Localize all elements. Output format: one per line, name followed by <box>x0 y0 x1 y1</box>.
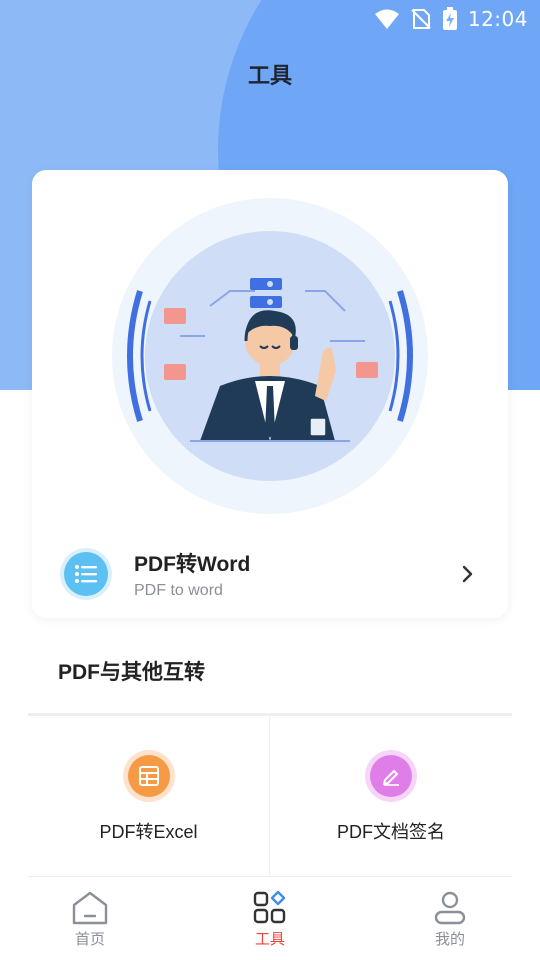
wifi-icon <box>374 9 399 29</box>
table-icon <box>138 766 159 786</box>
section-title: PDF与其他互转 <box>58 661 205 684</box>
hero-card[interactable]: PDF转Word PDF to word <box>32 170 508 618</box>
tool-label: PDF转Excel <box>99 822 198 842</box>
list-icon-badge <box>60 548 112 600</box>
battery-charging-icon <box>442 7 457 30</box>
tool-grid: PDF转Excel PDF文档签名 <box>28 716 512 876</box>
table-icon-badge <box>122 750 175 802</box>
tool-label: PDF文档签名 <box>337 822 445 842</box>
nav-tools[interactable]: 工具 <box>210 890 330 958</box>
feature-subtitle: PDF to word <box>134 582 223 599</box>
pen-icon-badge <box>365 750 417 802</box>
tools-grid-icon <box>253 890 286 924</box>
nav-label-mine: 我的 <box>434 931 465 948</box>
user-icon <box>434 891 466 925</box>
tool-pdf-sign[interactable]: PDF文档签名 <box>270 716 512 876</box>
page-title: 工具 <box>247 63 292 88</box>
nav-mine[interactable]: 我的 <box>390 890 510 958</box>
status-time: 12:04 <box>467 7 528 31</box>
status-bar: 12:04 <box>0 0 540 38</box>
nav-label-home: 首页 <box>74 931 105 948</box>
feature-title: PDF转Word <box>134 553 251 576</box>
grid-bottom-divider <box>28 876 512 877</box>
nav-label-tools: 工具 <box>254 931 285 948</box>
pdf-to-word-item[interactable]: PDF转Word PDF to word <box>32 540 508 612</box>
pen-icon <box>383 770 399 786</box>
no-sim-icon <box>411 9 431 29</box>
home-icon <box>72 891 108 925</box>
customer-service-illustration <box>112 198 428 514</box>
tool-pdf-to-excel[interactable]: PDF转Excel <box>28 716 270 876</box>
list-icon <box>75 565 97 583</box>
nav-home[interactable]: 首页 <box>30 890 150 958</box>
chevron-right-icon <box>462 565 473 583</box>
bottom-nav: 首页 工具 我的 <box>0 884 540 960</box>
